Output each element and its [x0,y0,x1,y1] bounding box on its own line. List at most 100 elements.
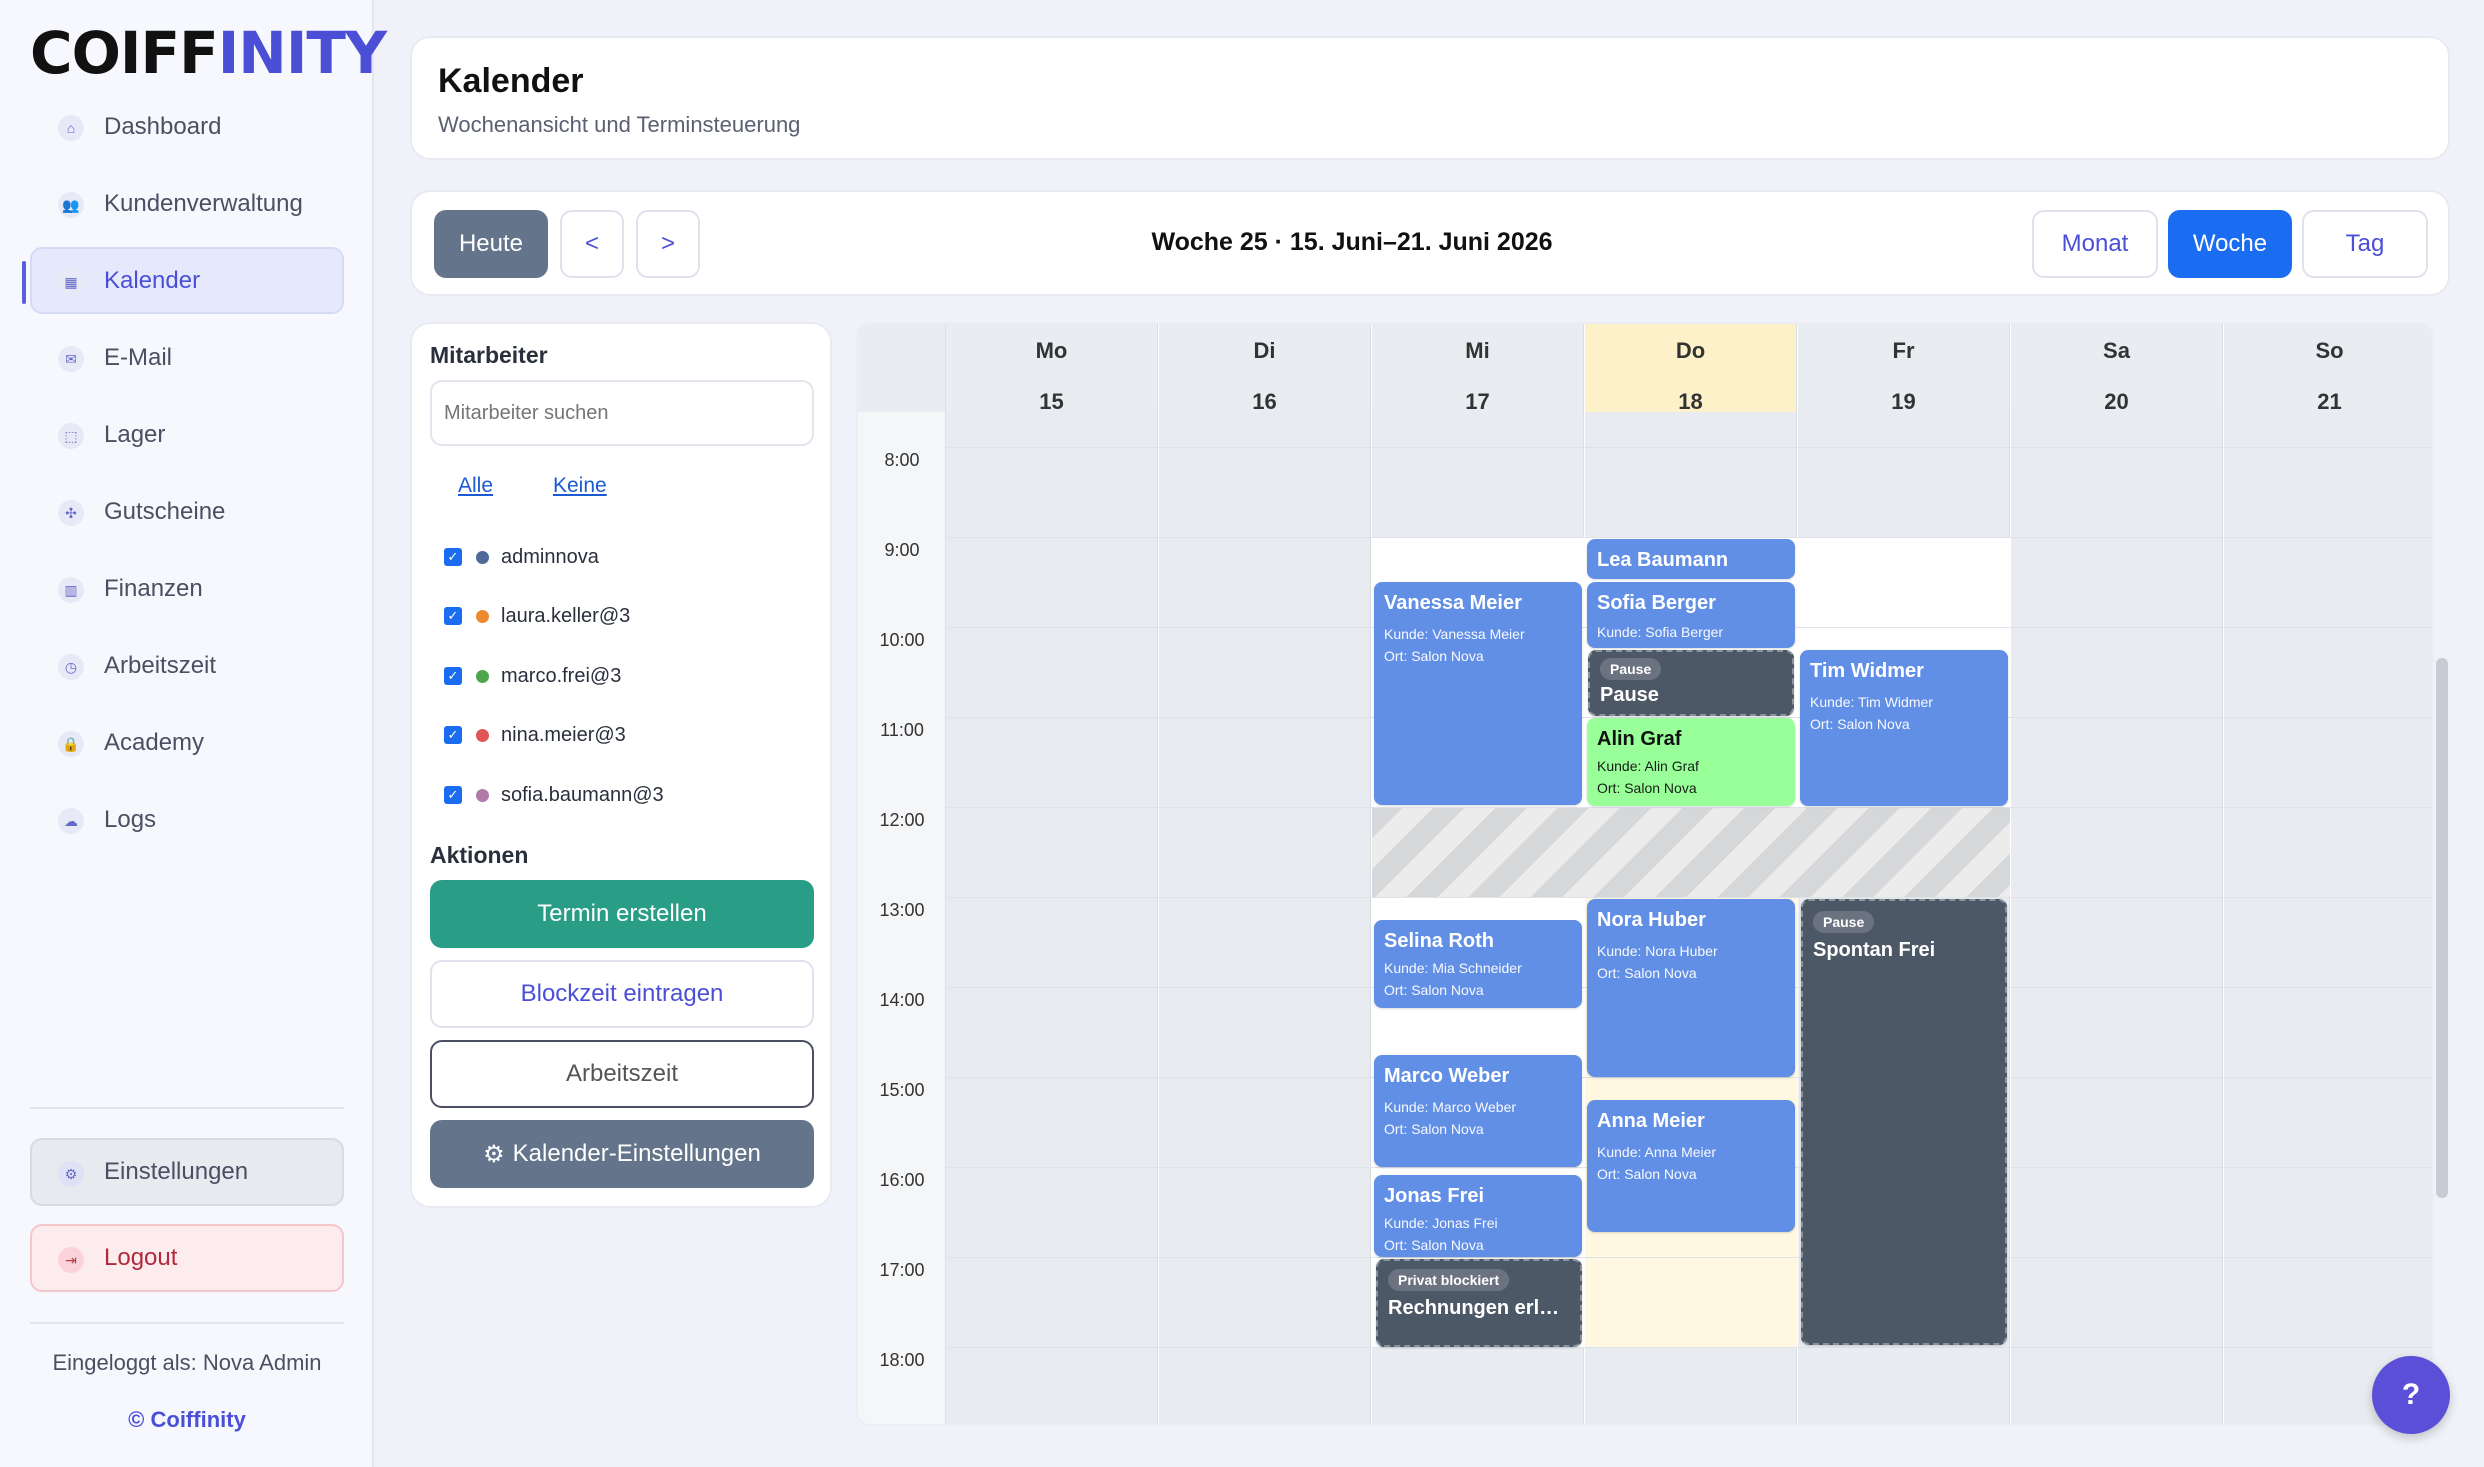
help-button[interactable]: ? [2372,1356,2450,1434]
mail-icon: ✉ [58,346,84,372]
color-dot [476,669,489,683]
sidebar-item-academy[interactable]: 🔒 Academy [30,709,344,776]
select-none-link[interactable]: Keine [553,474,607,498]
appointment-card[interactable]: Marco Weber Kunde: Marco Weber Ort: Salon… [1374,1055,1582,1167]
appointment-card[interactable]: Selina Roth Kunde: Mia Schneider Ort: Sal… [1374,920,1582,1008]
appointment-card[interactable]: Anna Meier Kunde: Anna Meier Ort: Salon N… [1587,1100,1795,1232]
worktime-button[interactable]: Arbeitszeit [430,1040,814,1108]
employee-filter-item[interactable]: ✓ sofia.baumann@3 [444,780,664,810]
day-column-mo[interactable] [946,412,1158,1424]
logout-button[interactable]: ⇥ Logout [30,1224,344,1292]
day-column-sa[interactable] [2011,412,2223,1424]
chart-icon: ▥ [58,577,84,603]
hour-label: 16:00 [879,1170,925,1190]
prev-week-button[interactable]: < [560,210,624,278]
day-column-so[interactable] [2224,412,2432,1424]
filter-panel: Mitarbeiter Alle Keine ✓adminnova ✓laura… [410,322,832,1208]
appointment-card[interactable]: Tim Widmer Kunde: Tim Widmer Ort: Salon N… [1800,650,2008,806]
add-blocktime-button[interactable]: Blockzeit eintragen [430,960,814,1028]
calendar-settings-button[interactable]: ⚙ Kalender-Einstellungen [430,1120,814,1188]
employee-search-input[interactable] [430,380,814,446]
color-dot [476,550,489,564]
view-week-button[interactable]: Woche [2168,210,2292,278]
day-header: So 21 [2224,324,2432,414]
box-icon: ⬚ [58,423,84,449]
employee-filter-item[interactable]: ✓ nina.meier@3 [444,720,626,750]
sidebar-item-dashboard[interactable]: ⌂ Dashboard [30,93,344,160]
checkbox-icon[interactable]: ✓ [444,726,462,744]
checkbox-icon[interactable]: ✓ [444,667,462,685]
logged-in-text: Eingeloggt als: Nova Admin [52,1350,322,1375]
users-icon: 👥 [58,192,84,218]
sidebar-nav: ⌂ Dashboard 👥 Kundenverwaltung ▦ Kalender ✉… [22,93,344,863]
day-header: Mi 17 [1372,324,1584,414]
view-day-button[interactable]: Tag [2302,210,2428,278]
divider [30,1322,344,1324]
sidebar-item-gutscheine[interactable]: ✣ Gutscheine [30,478,344,545]
color-dot [476,788,489,802]
color-dot [476,728,489,742]
view-month-button[interactable]: Monat [2032,210,2158,278]
hour-label: 13:00 [879,900,925,920]
sidebar-item-arbeitszeit[interactable]: ◷ Arbeitszeit [30,632,344,699]
clock-icon: ◷ [58,654,84,680]
page-subtitle: Wochenansicht und Terminsteuerung [438,112,801,137]
header-corner [858,324,946,412]
hour-label: 18:00 [879,1350,925,1370]
divider [30,1107,344,1109]
next-week-button[interactable]: > [636,210,700,278]
gear-icon: ⚙ [58,1161,84,1187]
home-icon: ⌂ [58,115,84,141]
hour-label: 11:00 [880,720,924,740]
appointment-card[interactable]: Alin Graf Kunde: Alin Graf Ort: Salon Nov… [1587,718,1795,806]
employees-title: Mitarbeiter [430,342,548,368]
employee-filter-item[interactable]: ✓ marco.frei@3 [444,661,621,691]
cloud-icon: ☁ [58,808,84,834]
logout-icon: ⇥ [58,1247,84,1273]
employee-filter-item[interactable]: ✓ adminnova [444,542,599,572]
sidebar-item-email[interactable]: ✉ E-Mail [30,324,344,391]
sidebar-item-kundenverwaltung[interactable]: 👥 Kundenverwaltung [30,170,344,237]
appointment-card[interactable]: Nora Huber Kunde: Nora Huber Ort: Salon N… [1587,899,1795,1077]
voucher-icon: ✣ [58,500,84,526]
week-label: Woche 25 · 15. Juni–21. Juni 2026 [1151,228,1553,256]
actions-title: Aktionen [430,842,529,868]
settings-button[interactable]: ⚙ Einstellungen [30,1138,344,1206]
sidebar-item-finanzen[interactable]: ▥ Finanzen [30,555,344,622]
appointment-card[interactable]: Sofia Berger Kunde: Sofia Berger [1587,582,1795,648]
color-dot [476,609,489,623]
hour-label: 10:00 [879,630,925,650]
private-block[interactable]: Privat blockiert Rechnungen erle… [1376,1259,1582,1347]
sidebar-item-kalender[interactable]: ▦ Kalender [22,247,344,314]
checkbox-icon[interactable]: ✓ [444,786,462,804]
select-all-link[interactable]: Alle [458,474,493,498]
appointment-card[interactable]: Vanessa Meier Kunde: Vanessa Meier Ort: S… [1374,582,1582,805]
appointment-card[interactable]: Jonas Frei Kunde: Jonas Frei Ort: Salon N… [1374,1175,1582,1257]
calendar-scrollbar[interactable] [2436,658,2448,1198]
hour-label: 14:00 [879,990,925,1010]
logo: COIFFINITY [30,19,387,87]
day-header: Fr 19 [1798,324,2010,414]
calendar-toolbar: Heute < > Woche 25 · 15. Juni–21. Juni 2… [410,190,2450,296]
pause-block[interactable]: Pause Pause [1588,650,1794,716]
hour-label: 8:00 [884,450,920,470]
lock-icon: 🔒 [58,731,84,757]
today-button[interactable]: Heute [434,210,548,278]
calendar-icon: ▦ [58,269,84,295]
appointment-card[interactable]: Lea Baumann [1587,539,1795,579]
day-header: Mo 15 [946,324,1158,414]
hour-label: 9:00 [884,540,920,560]
pause-block[interactable]: Pause Spontan Frei [1801,899,2007,1345]
day-header-today: Do 18 [1585,324,1797,414]
create-appointment-button[interactable]: Termin erstellen [430,880,814,948]
sidebar-item-lager[interactable]: ⬚ Lager [30,401,344,468]
lunch-break-block [1372,807,2010,897]
checkbox-icon[interactable]: ✓ [444,548,462,566]
page-title: Kalender [438,62,584,100]
employee-filter-item[interactable]: ✓ laura.keller@3 [444,601,630,631]
hour-label: 15:00 [879,1080,925,1100]
checkbox-icon[interactable]: ✓ [444,607,462,625]
day-column-di[interactable] [1159,412,1371,1424]
gear-icon: ⚙ [483,1140,505,1168]
sidebar-item-logs[interactable]: ☁ Logs [30,786,344,853]
